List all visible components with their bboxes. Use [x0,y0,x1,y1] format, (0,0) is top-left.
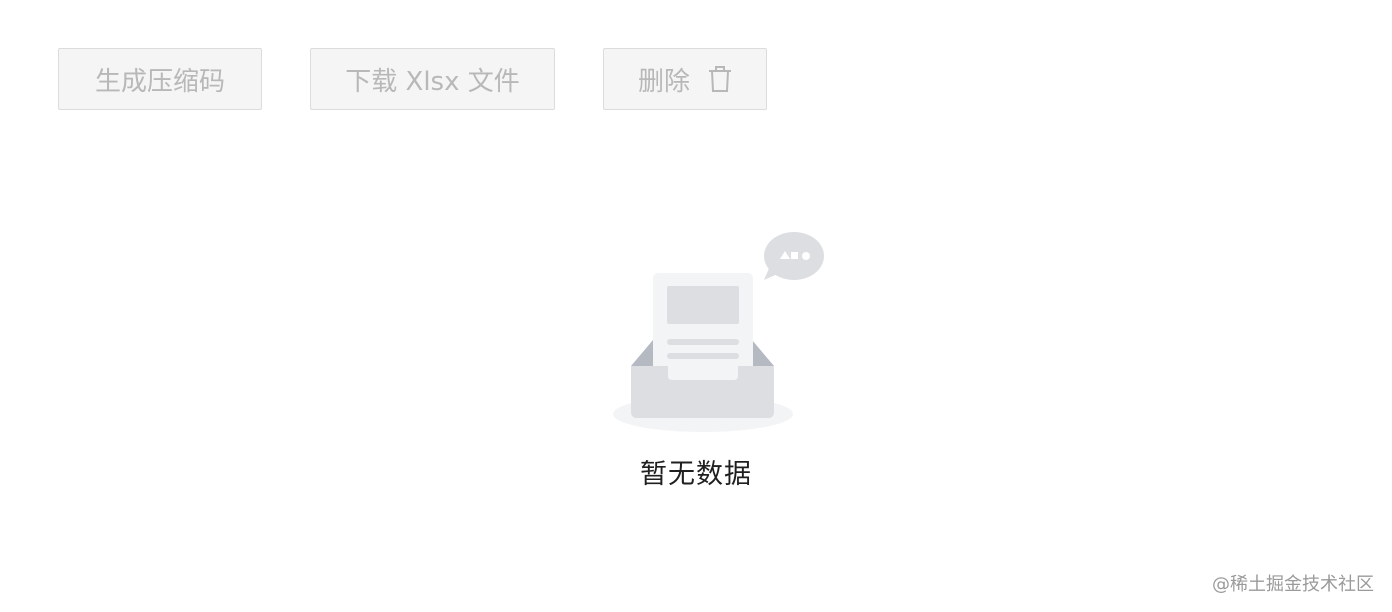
empty-state: 暂无数据 [0,228,1392,498]
download-xlsx-button[interactable]: 下载 Xlsx 文件 [310,48,555,110]
empty-state-text: 暂无数据 [640,459,752,490]
delete-button[interactable]: 删除 [603,48,767,110]
download-xlsx-label: 下载 Xlsx 文件 [345,66,520,97]
generate-zip-button[interactable]: 生成压缩码 [58,48,262,110]
empty-inbox-illustration [610,228,830,434]
delete-label: 删除 [637,66,690,97]
trash-icon [708,65,732,93]
generate-zip-label: 生成压缩码 [94,66,225,97]
watermark: @稀土掘金技术社区 [1212,574,1374,595]
